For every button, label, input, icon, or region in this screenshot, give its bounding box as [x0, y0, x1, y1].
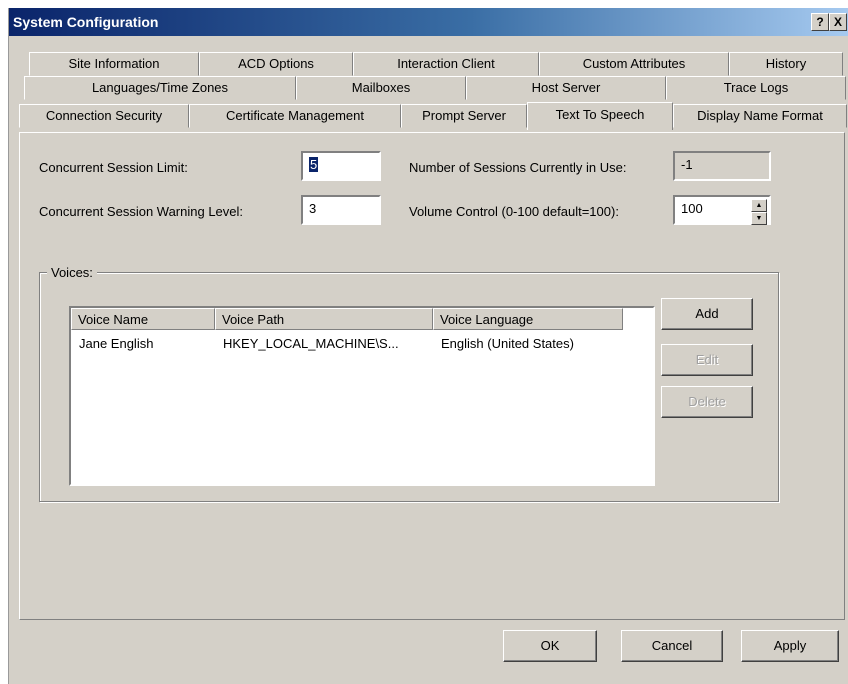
window-title: System Configuration: [13, 14, 159, 30]
concurrent-session-warning-label: Concurrent Session Warning Level:: [39, 204, 244, 219]
system-configuration-window: System Configuration ? X Site Informatio…: [8, 8, 848, 684]
tab-interaction-client[interactable]: Interaction Client: [353, 52, 539, 76]
column-voice-language[interactable]: Voice Language: [433, 308, 623, 330]
spin-up-icon[interactable]: ▲: [751, 199, 767, 212]
title-bar[interactable]: System Configuration ? X: [9, 8, 848, 36]
volume-control-input[interactable]: 100 ▲ ▼: [673, 195, 771, 225]
tab-certificate-management[interactable]: Certificate Management: [189, 104, 401, 128]
tab-display-name-format[interactable]: Display Name Format: [673, 104, 847, 128]
concurrent-session-limit-value: 5: [309, 157, 319, 172]
voice-name-cell: Jane English: [79, 336, 154, 351]
table-row[interactable]: Jane English HKEY_LOCAL_MACHINE\S... Eng…: [71, 334, 653, 356]
tab-host-server[interactable]: Host Server: [466, 76, 666, 100]
spin-down-icon[interactable]: ▼: [751, 212, 767, 225]
voices-group-label: Voices:: [47, 265, 97, 280]
tab-trace-logs[interactable]: Trace Logs: [666, 76, 846, 100]
sessions-in-use-field: -1: [673, 151, 771, 181]
column-voice-path[interactable]: Voice Path: [215, 308, 433, 330]
help-icon[interactable]: ?: [811, 13, 829, 31]
tab-strip: Site Information ACD Options Interaction…: [19, 52, 848, 132]
column-voice-name[interactable]: Voice Name: [71, 308, 215, 330]
concurrent-session-warning-input[interactable]: 3: [301, 195, 381, 225]
close-icon[interactable]: X: [829, 13, 847, 31]
cancel-button[interactable]: Cancel: [621, 630, 723, 662]
tab-connection-security[interactable]: Connection Security: [19, 104, 189, 128]
volume-control-label: Volume Control (0-100 default=100):: [409, 204, 619, 219]
tab-acd-options[interactable]: ACD Options: [199, 52, 353, 76]
delete-voice-button[interactable]: Delete: [661, 386, 753, 418]
sessions-in-use-label: Number of Sessions Currently in Use:: [409, 160, 627, 175]
ok-button[interactable]: OK: [503, 630, 597, 662]
voice-language-cell: English (United States): [441, 336, 574, 351]
edit-voice-button[interactable]: Edit: [661, 344, 753, 376]
tab-prompt-server[interactable]: Prompt Server: [401, 104, 527, 128]
concurrent-session-limit-label: Concurrent Session Limit:: [39, 160, 188, 175]
tab-mailboxes[interactable]: Mailboxes: [296, 76, 466, 100]
voice-path-cell: HKEY_LOCAL_MACHINE\S...: [223, 336, 399, 351]
volume-control-value: 100: [681, 201, 703, 216]
tab-text-to-speech[interactable]: Text To Speech: [527, 102, 673, 130]
tab-site-information[interactable]: Site Information: [29, 52, 199, 76]
add-voice-button[interactable]: Add: [661, 298, 753, 330]
tab-custom-attributes[interactable]: Custom Attributes: [539, 52, 729, 76]
tab-languages-time-zones[interactable]: Languages/Time Zones: [24, 76, 296, 100]
apply-button[interactable]: Apply: [741, 630, 839, 662]
tab-history[interactable]: History: [729, 52, 843, 76]
volume-spinner[interactable]: ▲ ▼: [751, 199, 767, 225]
concurrent-session-limit-input[interactable]: 5: [301, 151, 381, 181]
voices-list-header: Voice Name Voice Path Voice Language: [71, 308, 653, 330]
voices-list[interactable]: Voice Name Voice Path Voice Language Jan…: [69, 306, 655, 486]
